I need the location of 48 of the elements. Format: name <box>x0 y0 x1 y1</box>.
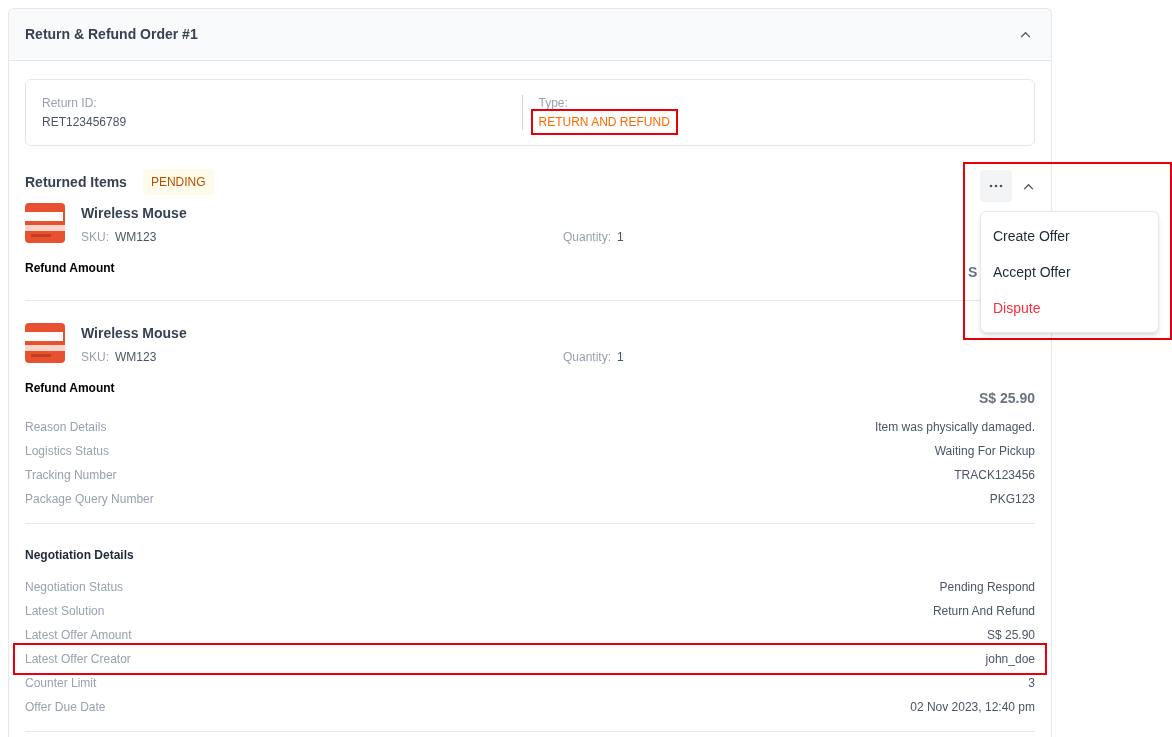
quantity-value: 1 <box>617 229 624 246</box>
detail-value: 02 Nov 2023, 12:40 pm <box>910 699 1035 715</box>
detail-label: Package Query Number <box>25 491 154 507</box>
order-title: Return & Refund Order #1 <box>25 25 198 44</box>
quantity-label: Quantity: <box>563 229 612 246</box>
sku-label: SKU: <box>81 229 109 246</box>
detail-value: 3 <box>1028 675 1035 691</box>
item-name: Wireless Mouse <box>81 324 188 343</box>
detail-label: Latest Solution <box>25 603 105 619</box>
detail-label: Counter Limit <box>25 675 97 691</box>
status-badge: PENDING <box>142 169 214 195</box>
refund-label: Refund Amount <box>25 380 115 397</box>
menu-item[interactable]: Dispute <box>981 290 1158 326</box>
sku-value: WM123 <box>115 349 157 366</box>
chevron-up-icon[interactable] <box>1020 31 1031 38</box>
detail-value: john_doe <box>985 651 1035 667</box>
detail-label: Offer Due Date <box>25 699 106 715</box>
section-title: Returned Items <box>25 172 127 192</box>
section-title: Negotiation Details <box>25 547 135 564</box>
more-icon <box>989 184 1003 188</box>
detail-value: Item was physically damaged. <box>874 419 1035 435</box>
detail-label: Tracking Number <box>25 467 117 483</box>
detail-value: Pending Respond <box>939 579 1035 595</box>
detail-label: Reason Details <box>25 419 107 435</box>
menu-item[interactable]: Create Offer <box>981 218 1158 254</box>
menu-item[interactable]: Accept Offer <box>981 254 1158 290</box>
detail-value: TRACK123456 <box>954 467 1035 483</box>
sku-label: SKU: <box>81 349 109 366</box>
detail-label: Latest Offer Creator <box>25 651 131 667</box>
chevron-up-icon[interactable] <box>1023 183 1034 190</box>
field-value: RETURN AND REFUND <box>530 109 678 135</box>
detail-label: Negotiation Status <box>25 579 124 595</box>
field-value: RET123456789 <box>41 114 128 131</box>
sku-value: WM123 <box>115 229 157 246</box>
refund-label: Refund Amount <box>25 260 115 277</box>
detail-value: S$ 25.90 <box>986 627 1035 643</box>
detail-value: PKG123 <box>989 491 1035 507</box>
field-label: Type: <box>538 95 569 111</box>
quantity-label: Quantity: <box>563 349 612 366</box>
refund-amount: S$ 25.90 <box>978 389 1035 408</box>
detail-value: Return And Refund <box>932 603 1035 619</box>
refund-amount: S <box>968 263 978 282</box>
field-label: Return ID: <box>42 95 98 111</box>
detail-value: Waiting For Pickup <box>934 443 1035 459</box>
quantity-value: 1 <box>617 349 624 366</box>
item-name: Wireless Mouse <box>81 204 188 223</box>
detail-label: Latest Offer Amount <box>25 627 132 643</box>
detail-label: Logistics Status <box>25 443 110 459</box>
